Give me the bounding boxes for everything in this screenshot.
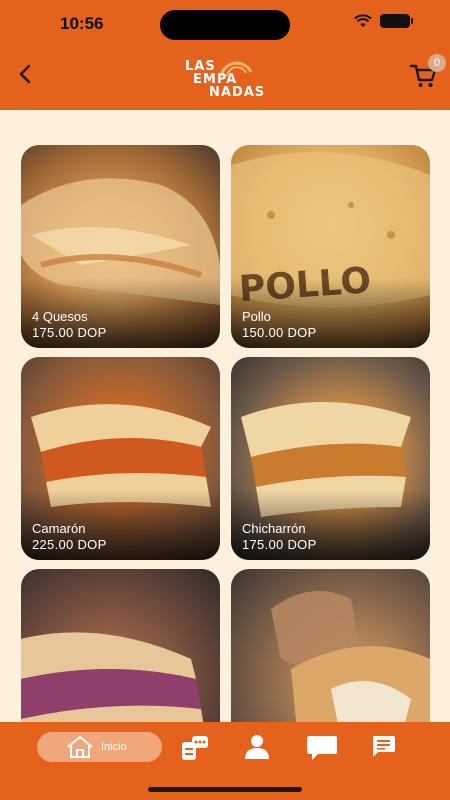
product-price: 175.00 DOP (32, 325, 107, 340)
status-time: 10:56 (60, 14, 104, 33)
menu-board-icon[interactable] (180, 734, 210, 762)
app-header: 10:56 LAS EMPA NADAS 0 (0, 0, 450, 110)
product-card-camaron[interactable]: Camarón 225.00 DOP (21, 357, 220, 560)
home-indicator (148, 787, 302, 792)
dynamic-island (160, 10, 290, 40)
nav-row: LAS EMPA NADAS 0 (0, 52, 450, 102)
message-icon[interactable] (370, 734, 396, 758)
product-card-chicharron[interactable]: Chicharrón 175.00 DOP (231, 357, 430, 560)
product-price: 150.00 DOP (242, 325, 317, 340)
home-icon (67, 736, 93, 758)
logo-line-3: NADAS (209, 85, 266, 100)
product-name: Chicharrón (242, 521, 306, 536)
user-icon[interactable] (243, 734, 271, 760)
status-icons (354, 14, 413, 28)
product-price: 225.00 DOP (32, 537, 107, 552)
product-name: Pollo (242, 309, 271, 324)
tab-inicio-label: Inicio (101, 741, 127, 753)
product-card-pollo[interactable]: POLLO Pollo 150.00 DOP (231, 145, 430, 348)
product-card-4-quesos[interactable]: 4 Quesos 175.00 DOP (21, 145, 220, 348)
tab-inicio[interactable]: Inicio (37, 732, 162, 762)
product-price: 175.00 DOP (242, 537, 317, 552)
brand-logo[interactable]: LAS EMPA NADAS (185, 56, 275, 102)
product-name: 4 Quesos (32, 309, 88, 324)
wifi-icon (354, 14, 372, 27)
cart-count-badge: 0 (428, 54, 446, 72)
status-bar: 10:56 (0, 0, 450, 48)
back-arrow-icon[interactable] (14, 62, 38, 86)
chat-icon[interactable] (306, 734, 338, 762)
product-name: Camarón (32, 521, 86, 536)
battery-icon (380, 14, 413, 28)
